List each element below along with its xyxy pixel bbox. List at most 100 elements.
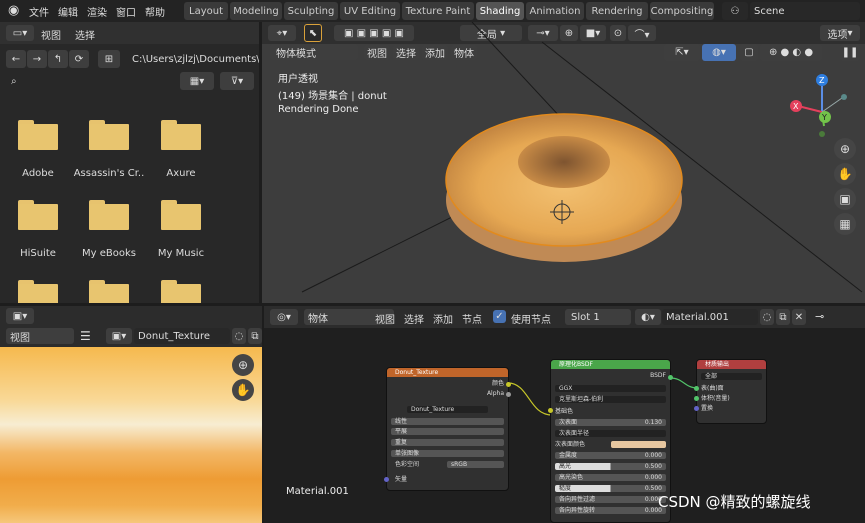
- menu-view[interactable]: 视图: [375, 311, 395, 326]
- extension-dropdown[interactable]: 重复: [391, 439, 504, 446]
- path-field[interactable]: C:\Users\zjlzj\Documents\: [128, 49, 259, 69]
- menu-render[interactable]: 渲染: [87, 4, 107, 19]
- menu-file[interactable]: 文件: [29, 4, 49, 19]
- volume-input-socket[interactable]: [694, 396, 699, 401]
- display-mode-icon[interactable]: ▦▾: [180, 72, 214, 90]
- projection-dropdown[interactable]: 平展: [391, 428, 504, 435]
- scene-selector-icon[interactable]: ⚇: [722, 2, 748, 20]
- navigation-gizmo[interactable]: Z X Y: [784, 72, 854, 142]
- pan-hand-icon[interactable]: ✋: [834, 163, 856, 185]
- folder-label[interactable]: My Music: [141, 248, 221, 259]
- surface-input-socket[interactable]: [694, 386, 699, 391]
- folder-label[interactable]: HiSuite: [0, 248, 78, 259]
- menu-add[interactable]: 添加: [433, 311, 453, 326]
- source-dropdown[interactable]: 单张图像: [391, 450, 504, 457]
- donut-render[interactable]: [262, 22, 865, 303]
- colorspace-dropdown[interactable]: sRGB: [447, 461, 504, 468]
- bsdf-output-socket[interactable]: [668, 375, 673, 380]
- anisotropic-rotation-field[interactable]: 各向异性旋转 0.000: [555, 507, 666, 514]
- scene-field[interactable]: Scene: [750, 2, 860, 20]
- menu-select[interactable]: 选择: [75, 27, 95, 42]
- roughness-field[interactable]: 糙度 0.500: [555, 485, 666, 492]
- filter-icon[interactable]: ⊽▾: [220, 72, 254, 90]
- fake-user-icon[interactable]: ◌: [760, 309, 774, 325]
- node-editor-panel[interactable]: ◎▾ 物体 视图 选择 添加 节点 ✓ 使用节点 Slot 1 ◐▾ Mater…: [264, 306, 865, 523]
- displacement-input-socket[interactable]: [694, 406, 699, 411]
- search-input[interactable]: ⌕: [6, 72, 174, 90]
- subsurface-field[interactable]: 次表面 0.130: [555, 419, 666, 426]
- output-target-dropdown[interactable]: 全部: [701, 373, 762, 380]
- viewport-panel[interactable]: ⌖▾ ⬉ ▣ ▣ ▣ ▣ ▣ 全局 ▾ ⊸▾ ⊕ ■▾ ⊙ ⌒▾ 选项 ▾ 物体模…: [262, 22, 865, 303]
- folder-label[interactable]: Axure: [141, 168, 221, 179]
- principled-bsdf-node[interactable]: 原理化BSDF BSDF GGX 克里斯坦森-伯利 基础色 次表面 0.130 次…: [550, 359, 671, 523]
- specular-field[interactable]: 高光 0.500: [555, 463, 666, 470]
- tab-rendering[interactable]: Rendering: [586, 2, 648, 20]
- menu-help[interactable]: 帮助: [145, 4, 165, 19]
- slot-dropdown[interactable]: Slot 1: [565, 309, 631, 325]
- alpha-output-socket[interactable]: [506, 392, 511, 397]
- view-dropdown[interactable]: 视图: [6, 328, 74, 344]
- menu-select[interactable]: 选择: [404, 311, 424, 326]
- back-icon[interactable]: ←: [6, 50, 26, 68]
- tab-layout[interactable]: Layout: [184, 2, 228, 20]
- folder-icon[interactable]: [161, 280, 201, 303]
- duplicate-icon[interactable]: ⧉: [776, 309, 790, 325]
- material-name-field[interactable]: Material.001: [662, 309, 758, 325]
- refresh-icon[interactable]: ⟳: [69, 50, 89, 68]
- folder-icon[interactable]: [89, 280, 129, 303]
- forward-icon[interactable]: →: [27, 50, 47, 68]
- folder-icon[interactable]: [18, 280, 58, 303]
- subsurface-radius-field[interactable]: 次表面半径: [555, 430, 666, 437]
- folder-icon[interactable]: [161, 120, 201, 150]
- zoom-icon[interactable]: ⊕: [834, 138, 856, 160]
- duplicate-icon[interactable]: ⧉: [248, 328, 262, 344]
- fake-user-icon[interactable]: ◌: [232, 328, 246, 344]
- folder-icon[interactable]: [89, 120, 129, 150]
- menu-icon[interactable]: ☰: [80, 329, 91, 343]
- interpolation-dropdown[interactable]: 线性: [391, 418, 504, 425]
- image-texture-node[interactable]: Donut_Texture 颜色 Alpha Donut_Texture 线性 …: [386, 367, 509, 491]
- menu-edit[interactable]: 编辑: [58, 4, 78, 19]
- pan-hand-icon[interactable]: ✋: [232, 379, 254, 401]
- image-name-field[interactable]: Donut_Texture: [134, 328, 230, 344]
- base-color-input-socket[interactable]: [548, 408, 553, 413]
- use-nodes-checkbox[interactable]: ✓: [493, 310, 506, 323]
- new-folder-icon[interactable]: ⊞: [98, 50, 120, 68]
- vector-input-socket[interactable]: [384, 477, 389, 482]
- folder-label[interactable]: My eBooks: [69, 248, 149, 259]
- zoom-icon[interactable]: ⊕: [232, 354, 254, 376]
- blender-logo-icon[interactable]: ◉: [8, 3, 19, 18]
- distribution-dropdown[interactable]: GGX: [555, 385, 666, 392]
- image-node-name-field[interactable]: Donut_Texture: [407, 406, 488, 413]
- folder-icon[interactable]: [89, 200, 129, 230]
- subsurface-method-dropdown[interactable]: 克里斯坦森-伯利: [555, 396, 666, 403]
- color-output-socket[interactable]: [506, 382, 511, 387]
- tab-modeling[interactable]: Modeling: [230, 2, 282, 20]
- perspective-grid-icon[interactable]: ▦: [834, 213, 856, 235]
- subsurface-color-swatch[interactable]: [611, 441, 666, 448]
- editor-type-icon[interactable]: ▣▾: [6, 308, 34, 324]
- folder-icon[interactable]: [161, 200, 201, 230]
- folder-icon[interactable]: [18, 200, 58, 230]
- pin-icon[interactable]: ⊸: [815, 310, 824, 323]
- material-browse-icon[interactable]: ◐▾: [635, 309, 661, 325]
- texture-image[interactable]: [0, 347, 262, 523]
- tab-sculpting[interactable]: Sculpting: [284, 2, 338, 20]
- menu-window[interactable]: 窗口: [116, 4, 136, 19]
- parent-dir-icon[interactable]: ↰: [48, 50, 68, 68]
- folder-label[interactable]: Assassin's Cr..: [69, 168, 149, 179]
- metallic-field[interactable]: 金属度 0.000: [555, 452, 666, 459]
- folder-label[interactable]: Adobe: [0, 168, 78, 179]
- tab-texture-paint[interactable]: Texture Paint: [402, 2, 474, 20]
- material-output-node[interactable]: 材质输出 全部 表(曲)面 体积(音量) 置换: [696, 359, 767, 424]
- menu-node[interactable]: 节点: [462, 311, 482, 326]
- tab-animation[interactable]: Animation: [526, 2, 584, 20]
- editor-type-icon[interactable]: ▭▾: [6, 25, 34, 41]
- image-browse-icon[interactable]: ▣▾: [106, 328, 132, 344]
- close-icon[interactable]: ✕: [792, 309, 806, 325]
- editor-type-icon[interactable]: ◎▾: [270, 309, 298, 325]
- specular-tint-field[interactable]: 高光染色 0.000: [555, 474, 666, 481]
- anisotropic-field[interactable]: 各向异性过滤 0.000: [555, 496, 666, 503]
- tab-compositing[interactable]: Compositing: [650, 2, 714, 20]
- tab-shading[interactable]: Shading: [476, 2, 524, 20]
